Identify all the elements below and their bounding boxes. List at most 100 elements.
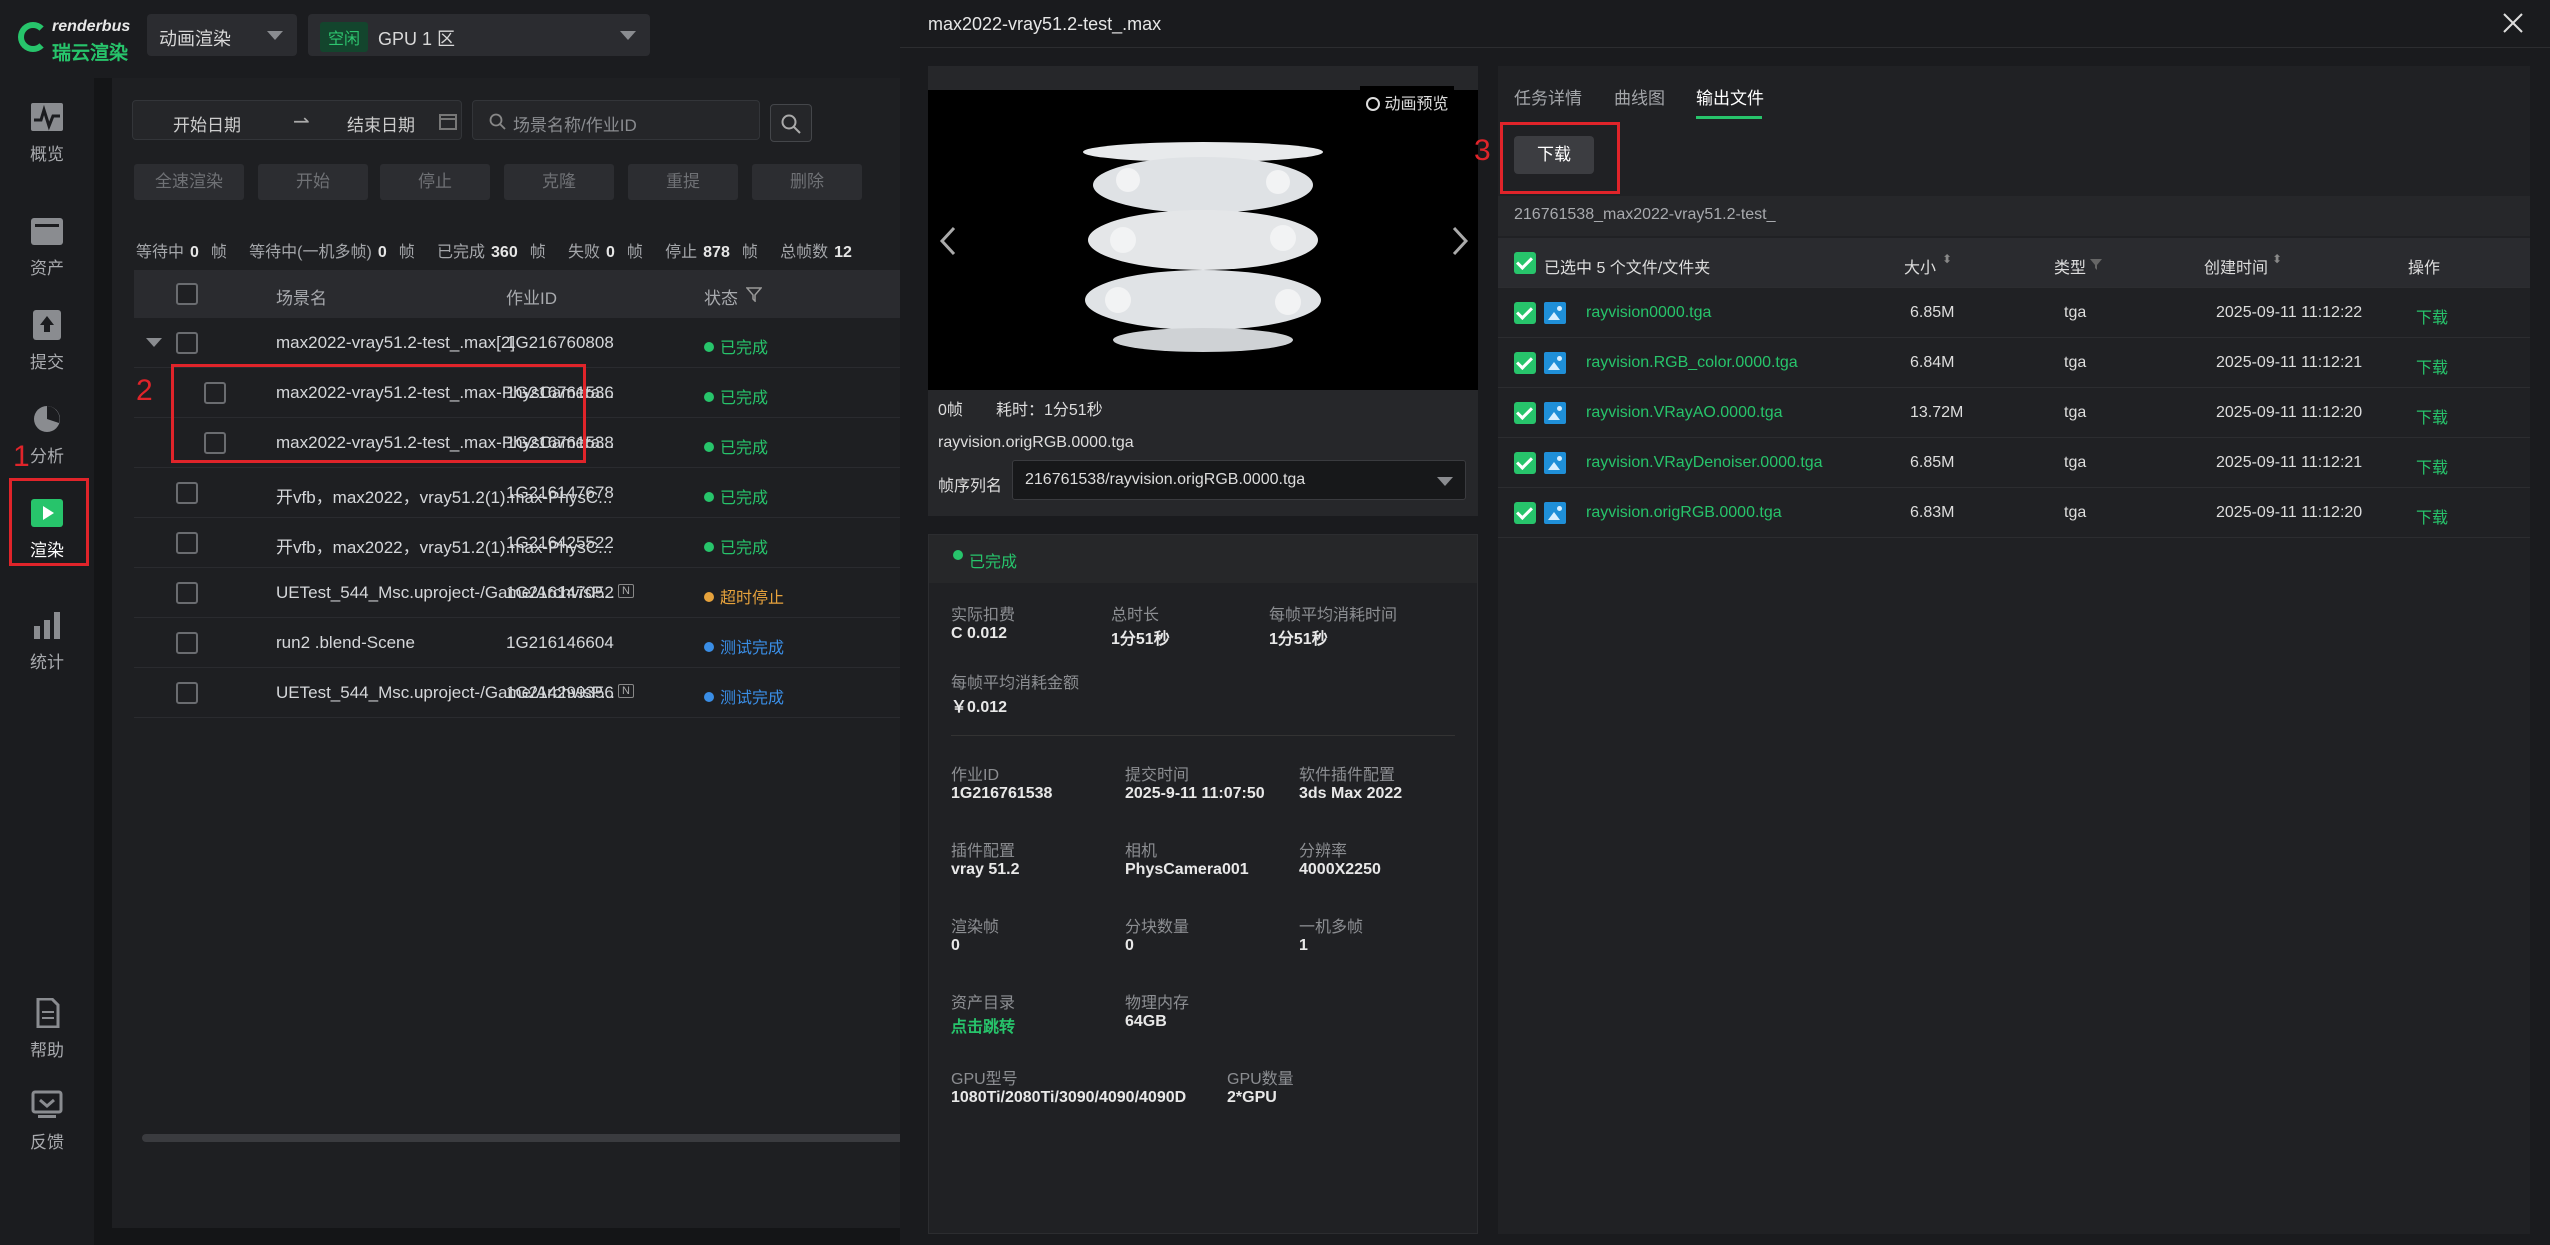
status-badge: 已完成 (704, 384, 768, 408)
sidebar-item-submit[interactable]: 提交 (0, 300, 94, 380)
clone-button[interactable]: 克隆 (504, 164, 614, 200)
table-row[interactable]: UETest_544_Msc.uproject-/Game/ArchvisP..… (134, 668, 912, 718)
row-checkbox[interactable] (176, 482, 198, 504)
asset-directory-link[interactable]: 点击跳转 (951, 1013, 1015, 1037)
frame-sequence-select[interactable]: 216761538/rayvision.origRGB.0000.tga (1012, 460, 1466, 500)
file-checkbox[interactable] (1514, 452, 1536, 474)
table-row[interactable]: max2022-vray51.2-test_.max[2] 1G216760808… (134, 318, 912, 368)
animation-preview-button[interactable]: 动画预览 (1360, 86, 1455, 118)
tab-output-files[interactable]: 输出文件 (1696, 84, 1764, 109)
sidebar-item-feedback[interactable]: 反馈 (0, 1080, 94, 1160)
file-download-link[interactable]: 下载 (2416, 354, 2448, 378)
image-file-icon (1544, 502, 1566, 524)
gpu-zone-select[interactable]: 空闲 GPU 1 区 (308, 14, 650, 56)
file-name[interactable]: rayvision.origRGB.0000.tga (1586, 504, 1782, 522)
file-download-link[interactable]: 下载 (2416, 304, 2448, 328)
file-name[interactable]: rayvision.VRayAO.0000.tga (1586, 404, 1783, 422)
status-dot (953, 550, 963, 560)
search-input[interactable]: 场景名称/作业ID (472, 100, 760, 140)
sidebar-item-overview[interactable]: 概览 (0, 92, 94, 172)
file-type: tga (2064, 504, 2087, 521)
table-row[interactable]: 开vfb，max2022，vray51.2(1).max-PhysC... 1G2… (134, 468, 912, 518)
feedback-icon (31, 1090, 63, 1118)
start-button[interactable]: 开始 (258, 164, 368, 200)
file-name[interactable]: rayvision.VRayDenoiser.0000.tga (1586, 454, 1823, 472)
sidebar-item-help[interactable]: 帮助 (0, 988, 94, 1068)
file-checkbox[interactable] (1514, 402, 1536, 424)
scene-name: max2022-vray51.2-test_.max[2] (276, 333, 516, 352)
file-row[interactable]: rayvision.RGB_color.0000.tga 6.84M tga 2025… (1498, 338, 2530, 388)
file-download-link[interactable]: 下载 (2416, 454, 2448, 478)
sidebar-item-assets[interactable]: 资产 (0, 206, 94, 286)
file-created-time: 2025-09-11 11:12:20 (2216, 504, 2363, 521)
table-row[interactable]: 开vfb，max2022，vray51.2(1).max-PhysC... 1G2… (134, 518, 912, 568)
file-name[interactable]: rayvision0000.tga (1586, 304, 1711, 322)
scene-name: run2 .blend-Scene (276, 633, 415, 652)
info-label: GPU数量 (1227, 1071, 1294, 1088)
status-badge: 已完成 (704, 334, 768, 358)
info-value: ￥0.012 (951, 699, 1008, 716)
search-button[interactable] (770, 104, 812, 142)
delete-button[interactable]: 删除 (752, 164, 862, 200)
file-name[interactable]: rayvision.RGB_color.0000.tga (1586, 354, 1798, 372)
file-checkbox[interactable] (1514, 502, 1536, 524)
tab-curve-chart[interactable]: 曲线图 (1614, 84, 1665, 109)
full-speed-render-button[interactable]: 全速渲染 (134, 164, 244, 200)
render-type-select[interactable]: 动画渲染 (147, 14, 297, 56)
file-row[interactable]: rayvision.VRayDenoiser.0000.tga 6.85M tga 2… (1498, 438, 2530, 488)
filter-icon[interactable] (746, 286, 762, 302)
resubmit-button[interactable]: 重提 (628, 164, 738, 200)
info-value: 2025-9-11 11:07:50 (1125, 785, 1265, 802)
job-id: 1G216425522 (506, 533, 614, 552)
prev-arrow-icon[interactable] (938, 226, 958, 256)
info-label: 每帧平均消耗时间 (1269, 607, 1398, 624)
info-label: 渲染帧 (951, 919, 1000, 936)
select-all-files-checkbox[interactable] (1514, 252, 1536, 274)
file-created-time: 2025-09-11 11:12:21 (2216, 354, 2363, 371)
sort-icon: ⬍ (2272, 252, 2283, 266)
file-checkbox[interactable] (1514, 302, 1536, 324)
search-icon (781, 114, 801, 134)
info-label: GPU型号 (951, 1071, 1018, 1088)
sort-created[interactable]: 创建时间 (2204, 254, 2268, 278)
file-row[interactable]: rayvision.origRGB.0000.tga 6.83M tga 2025-0… (1498, 488, 2530, 538)
file-row[interactable]: rayvision.VRayAO.0000.tga 13.72M tga 2025-0… (1498, 388, 2530, 438)
info-label: 软件插件配置 (1299, 767, 1396, 784)
folder-icon (31, 218, 63, 245)
horizontal-scrollbar[interactable] (142, 1134, 912, 1142)
file-download-link[interactable]: 下载 (2416, 404, 2448, 428)
status-badge: 超时停止 (704, 584, 784, 608)
info-label: 每帧平均消耗金额 (951, 675, 1080, 692)
tab-task-details[interactable]: 任务详情 (1514, 84, 1582, 109)
close-icon[interactable] (2502, 12, 2524, 34)
date-range-picker[interactable]: 开始日期 ⇀ 结束日期 (132, 100, 462, 140)
table-row[interactable]: run2 .blend-Scene 1G216146604 测试完成 (134, 618, 912, 668)
status-badge: 测试完成 (704, 684, 784, 708)
filter-icon[interactable] (2090, 258, 2102, 270)
highlight-box-subtasks (171, 364, 586, 463)
task-detail-drawer: max2022-vray51.2-test_.max 动画预览 0帧 耗时：1分… (900, 0, 2550, 1245)
sidebar-item-stats[interactable]: 统计 (0, 600, 94, 680)
select-all-checkbox[interactable] (176, 283, 198, 305)
sort-size[interactable]: 大小 (1904, 254, 1936, 278)
sidebar: 概览 资产 提交 分析 渲染 统计 帮助 反馈 (0, 78, 94, 1245)
collapse-caret-icon[interactable] (146, 338, 162, 347)
row-checkbox[interactable] (176, 682, 198, 704)
chevron-down-icon (267, 31, 283, 40)
table-row[interactable]: UETest_544_Msc.uproject-/Game/ArchvisP..… (134, 568, 912, 618)
row-checkbox[interactable] (176, 332, 198, 354)
file-row[interactable]: rayvision0000.tga 6.85M tga 2025-09-11 11:1… (1498, 288, 2530, 338)
highlight-box-download (1500, 122, 1620, 194)
row-checkbox[interactable] (176, 582, 198, 604)
row-checkbox[interactable] (176, 632, 198, 654)
file-download-link[interactable]: 下载 (2416, 504, 2448, 528)
row-checkbox[interactable] (176, 532, 198, 554)
file-checkbox[interactable] (1514, 352, 1536, 374)
file-size: 6.84M (1910, 354, 1955, 371)
stop-button[interactable]: 停止 (380, 164, 490, 200)
file-size: 6.85M (1910, 304, 1955, 321)
divider (951, 735, 1455, 736)
next-arrow-icon[interactable] (1450, 226, 1470, 256)
status-badge: 已完成 (704, 434, 768, 458)
file-type: tga (2064, 354, 2087, 371)
